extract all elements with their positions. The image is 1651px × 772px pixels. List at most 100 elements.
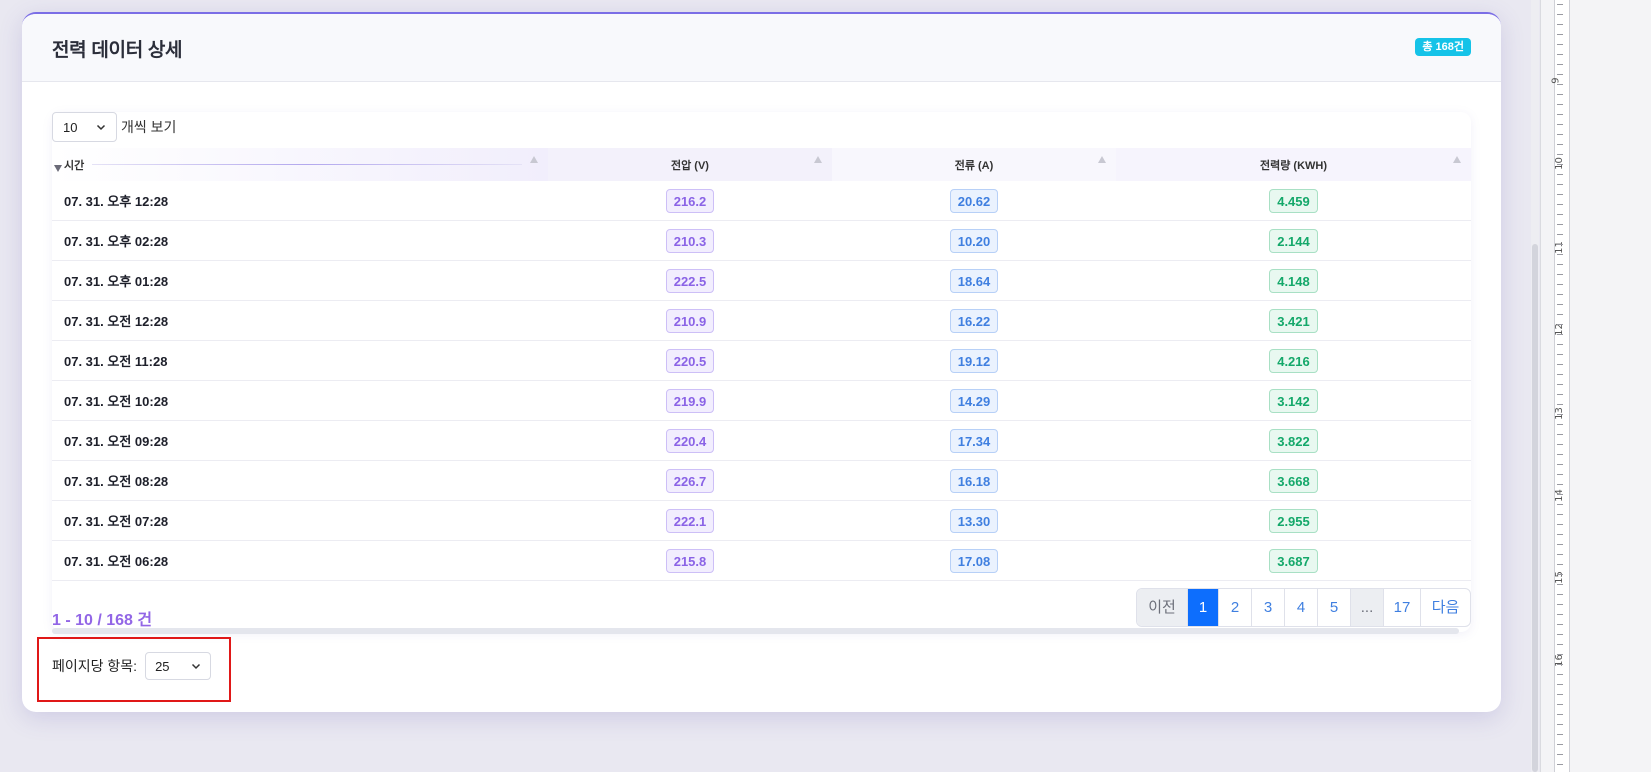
card-title: 전력 데이터 상세 [52,40,183,61]
current-pill: 16.22 [949,308,999,333]
voltage-pill: 226.7 [665,468,715,493]
ruler-tick [1557,694,1563,695]
ruler-tick [1557,174,1563,175]
current-pill: 14.29 [949,388,999,413]
ruler-tick [1557,704,1563,705]
energy-pill: 3.668 [1269,468,1318,493]
cell-voltage: 215.8 [548,540,832,581]
ruler-tick [1557,134,1563,135]
page-length-select[interactable]: 10 [52,112,117,142]
cell-energy: 4.459 [1116,181,1471,221]
cell-voltage: 210.9 [548,300,832,341]
energy-pill: 4.148 [1269,268,1318,293]
cell-time: 07. 31. 오전 11:28 [52,340,548,381]
ruler-tick [1557,154,1563,155]
horizontal-scrollbar[interactable] [52,628,1459,634]
ruler-number: 9 [1550,77,1562,84]
ruler-tick [1557,624,1563,625]
ruler-tick [1557,294,1563,295]
page-length-control: 10 개씩 보기 [52,112,176,142]
column-header-time[interactable]: 시간 [52,148,548,181]
chevron-down-icon [96,124,106,131]
cell-voltage: 216.2 [548,181,832,221]
ruler-tick [1557,374,1563,375]
ruler-tick [1557,574,1563,575]
total-count-badge: 총 168건 [1415,38,1471,56]
energy-pill: 3.142 [1269,388,1318,413]
pagination-page-3[interactable]: 3 [1251,589,1284,626]
ruler-tick [1557,284,1563,285]
ruler-tick [1557,354,1563,355]
ruler-tick [1557,714,1563,715]
ruler-tick [1557,264,1563,265]
scrollbar-thumb[interactable] [1532,244,1538,772]
cell-time: 07. 31. 오전 09:28 [52,420,548,461]
cell-time: 07. 31. 오후 02:28 [52,220,548,261]
cell-voltage: 222.1 [548,500,832,541]
table-row[interactable]: 07. 31. 오전 07:28 222.1 13.30 2.955 [52,500,1471,541]
table-row[interactable]: 07. 31. 오전 08:28 226.7 16.18 3.668 [52,460,1471,501]
pagination-page-last[interactable]: 17 [1383,589,1420,626]
ruler-tick [1557,514,1563,515]
pagination-page-2[interactable]: 2 [1218,589,1251,626]
pagination-prev-button[interactable]: 이전 [1137,589,1187,626]
current-pill: 13.30 [949,508,999,533]
ruler-tick [1557,274,1563,275]
cell-energy: 4.216 [1116,340,1471,381]
ruler-tick [1557,204,1563,205]
ruler-tick [1557,634,1563,635]
pagination: 이전 1 2 3 4 5 ... 17 다음 [1136,588,1471,627]
page-length-suffix: 개씩 보기 [121,119,177,135]
header-divider [92,164,522,165]
highlight-annotation-box [37,637,231,702]
table-row[interactable]: 07. 31. 오후 12:28 216.2 20.62 4.459 [52,181,1471,221]
cell-energy: 2.144 [1116,220,1471,261]
table-row[interactable]: 07. 31. 오전 06:28 215.8 17.08 3.687 [52,540,1471,581]
voltage-pill: 219.9 [665,388,715,413]
vertical-scrollbar[interactable] [1531,0,1539,772]
pagination-page-4[interactable]: 4 [1284,589,1317,626]
cell-voltage: 219.9 [548,380,832,421]
power-data-card: 전력 데이터 상세 총 168건 10 개씩 보기 시간 전압 (V) 전류 (… [22,12,1501,712]
energy-pill: 3.421 [1269,308,1318,333]
column-header-energy[interactable]: 전력량 (KWH) [1116,148,1471,181]
ruler-tick [1557,124,1563,125]
ruler-tick [1557,444,1563,445]
table-row[interactable]: 07. 31. 오후 01:28 222.5 18.64 4.148 [52,260,1471,301]
ruler-tick [1557,194,1563,195]
cell-energy: 2.955 [1116,500,1471,541]
ruler-tick [1557,414,1563,415]
ruler-tick [1557,754,1563,755]
pagination-page-1[interactable]: 1 [1187,589,1218,626]
table-row[interactable]: 07. 31. 오전 09:28 220.4 17.34 3.822 [52,420,1471,461]
pagination-ellipsis: ... [1350,589,1383,626]
ruler-tick [1557,764,1563,765]
ruler-tick [1557,594,1563,595]
table-body: 07. 31. 오후 12:28 216.2 20.62 4.459 07. 31. 오… [52,181,1471,581]
column-header-voltage[interactable]: 전압 (V) [548,148,832,181]
ruler-number: 14 [1553,489,1565,502]
ruler-tick [1557,384,1563,385]
ruler-tick [1557,324,1563,325]
pagination-page-5[interactable]: 5 [1317,589,1350,626]
cell-voltage: 226.7 [548,460,832,501]
voltage-pill: 216.2 [665,188,715,213]
table-row[interactable]: 07. 31. 오후 02:28 210.3 10.20 2.144 [52,220,1471,261]
ruler-tick [1557,684,1563,685]
ruler-tick [1557,454,1563,455]
column-header-current[interactable]: 전류 (A) [832,148,1116,181]
ruler-tick [1557,234,1563,235]
ruler-tick [1557,554,1563,555]
pagination-next-button[interactable]: 다음 [1420,589,1470,626]
current-pill: 18.64 [949,268,999,293]
table-row[interactable]: 07. 31. 오전 11:28 220.5 19.12 4.216 [52,340,1471,381]
sort-asc-icon [814,156,822,163]
cell-current: 17.08 [832,540,1116,581]
table-header-row: 시간 전압 (V) 전류 (A) 전력량 (KWH) [52,148,1471,181]
table-row[interactable]: 07. 31. 오전 12:28 210.9 16.22 3.421 [52,300,1471,341]
ruler-tick [1557,254,1563,255]
table-row[interactable]: 07. 31. 오전 10:28 219.9 14.29 3.142 [52,380,1471,421]
ruler-tick [1557,54,1563,55]
ruler-tick [1557,4,1563,5]
side-ruler: 910111213141516 [1540,0,1651,772]
